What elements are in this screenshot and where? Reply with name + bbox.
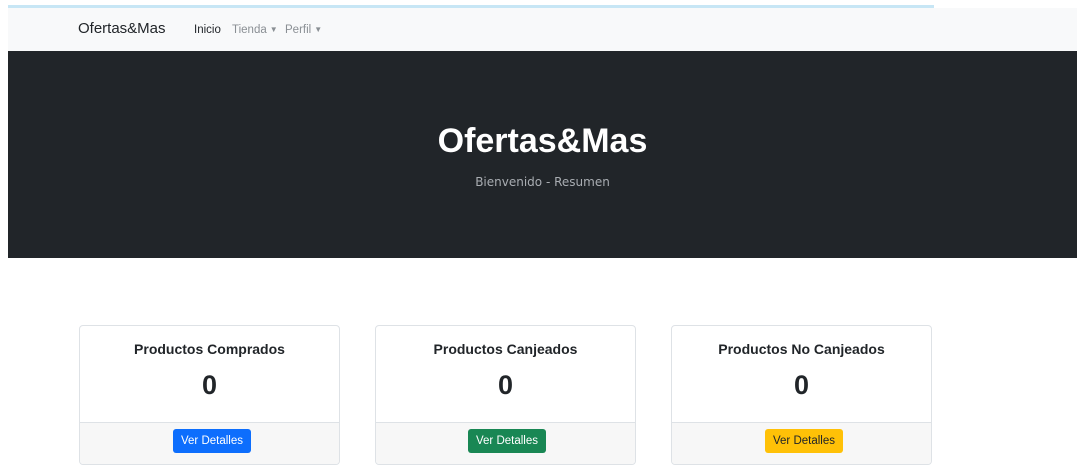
navbar: Ofertas&Mas Inicio Tienda ▼ Perfil ▼	[8, 8, 1077, 51]
caret-down-icon: ▼	[314, 25, 323, 34]
card-productos-no-canjeados: Productos No Canjeados 0 Ver Detalles	[671, 325, 932, 465]
card-footer: Ver Detalles	[80, 422, 339, 464]
nav-dropdown-tienda[interactable]: Tienda ▼	[232, 24, 278, 36]
card-productos-canjeados: Productos Canjeados 0 Ver Detalles	[375, 325, 636, 465]
card-title: Productos No Canjeados	[718, 341, 885, 357]
card-count: 0	[497, 370, 514, 400]
card-footer: Ver Detalles	[376, 422, 635, 464]
ver-detalles-no-canjeados-button[interactable]: Ver Detalles	[765, 429, 844, 453]
card-title: Productos Canjeados	[433, 341, 578, 357]
ver-detalles-comprados-button[interactable]: Ver Detalles	[173, 429, 252, 453]
nav-dropdown-perfil[interactable]: Perfil ▼	[285, 24, 322, 36]
card-count: 0	[793, 370, 810, 400]
card-count: 0	[201, 370, 218, 400]
nav-link-inicio-label: Inicio	[194, 24, 221, 36]
nav-link-inicio[interactable]: Inicio	[194, 24, 221, 36]
hero-banner: Ofertas&Mas Bienvenido - Resumen	[8, 51, 1077, 258]
card-footer: Ver Detalles	[672, 422, 931, 464]
caret-down-icon: ▼	[269, 25, 278, 34]
card-productos-comprados: Productos Comprados 0 Ver Detalles	[79, 325, 340, 465]
hero-title: Ofertas&Mas	[437, 122, 648, 160]
hero-subtitle: Bienvenido - Resumen	[475, 175, 610, 189]
card-title: Productos Comprados	[134, 341, 285, 357]
navbar-brand[interactable]: Ofertas&Mas	[78, 20, 166, 37]
nav-dropdown-perfil-label: Perfil	[285, 24, 312, 36]
ver-detalles-canjeados-button[interactable]: Ver Detalles	[468, 429, 547, 453]
nav-dropdown-tienda-label: Tienda	[232, 24, 267, 36]
